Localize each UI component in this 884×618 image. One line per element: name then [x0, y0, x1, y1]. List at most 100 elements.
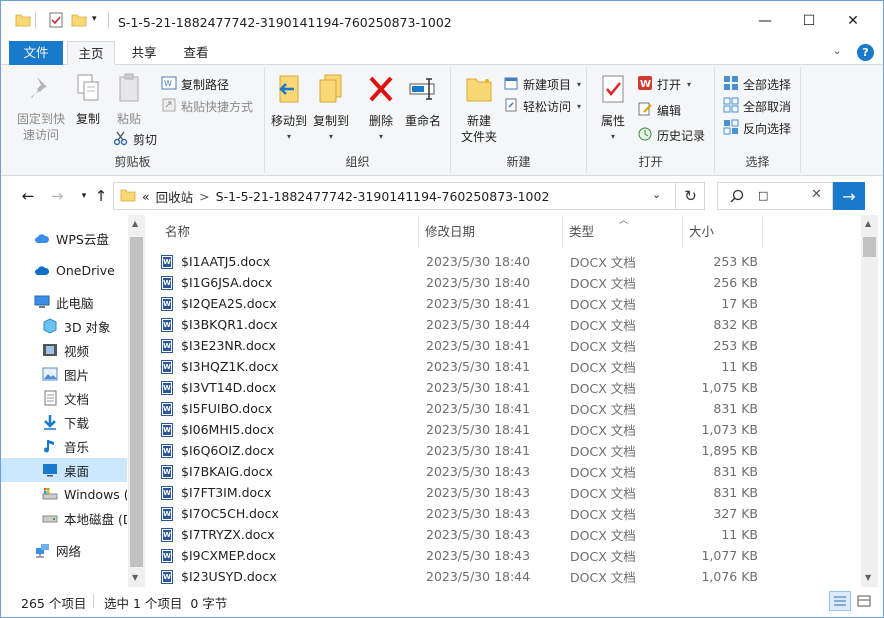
breadcrumb-separator[interactable]: > — [199, 189, 209, 204]
nav-item-3d-objects[interactable]: 3D 对象 — [1, 314, 127, 338]
properties-button[interactable]: 属性 ▾ — [595, 73, 631, 145]
up-arrow-icon[interactable]: ↑ — [90, 185, 112, 207]
file-row[interactable]: $I9CXMEP.docx 2023/5/30 18:43 DOCX 文档 1,077… — [161, 545, 781, 566]
clear-search-icon[interactable]: ✕ — [811, 187, 822, 202]
paste-button[interactable]: 粘贴 — [111, 73, 147, 127]
easy-access-button[interactable]: 轻松访问 ▾ — [503, 96, 581, 116]
file-type-cell: DOCX 文档 — [570, 255, 636, 270]
nav-item-documents[interactable]: 文档 — [1, 386, 127, 410]
address-bar[interactable]: « 回收站 > S-1-5-21-1882477742-3190141194-7… — [113, 182, 705, 210]
copy-to-button[interactable]: 复制到 ▾ — [311, 73, 351, 145]
edit-icon — [637, 101, 653, 120]
nav-item-wps-cloud[interactable]: WPS云盘 — [1, 226, 127, 250]
column-header-size[interactable]: 大小 — [683, 217, 763, 247]
file-row[interactable]: $I7BKAIG.docx 2023/5/30 18:43 DOCX 文档 831 K… — [161, 461, 781, 482]
address-overflow[interactable]: « — [142, 189, 150, 204]
file-row[interactable]: $I3HQZ1K.docx 2023/5/30 18:41 DOCX 文档 11 KB — [161, 356, 781, 377]
ribbon-collapse-icon[interactable]: ⌄ — [833, 46, 841, 57]
copy-button[interactable]: 复制 — [71, 73, 105, 127]
history-button[interactable]: 历史记录 — [637, 125, 705, 145]
copy-path-button[interactable]: W 复制路径 — [161, 74, 229, 94]
nav-item-downloads[interactable]: 下载 — [1, 410, 127, 434]
scroll-down-icon[interactable]: ▼ — [865, 573, 871, 582]
delete-button[interactable]: 删除 ▾ — [361, 73, 401, 145]
new-item-icon — [503, 75, 519, 94]
column-header-name[interactable]: 名称 — [159, 217, 419, 247]
properties-quick-icon[interactable] — [48, 12, 64, 31]
scroll-up-icon[interactable]: ▲ — [865, 219, 871, 228]
refresh-button[interactable]: ↻ — [675, 182, 705, 210]
file-row[interactable]: $I7OC5CH.docx 2023/5/30 18:43 DOCX 文档 327 K… — [161, 503, 781, 524]
column-header-date[interactable]: 修改日期 — [419, 217, 563, 247]
open-button[interactable]: W 打开 ▾ — [637, 74, 691, 94]
rename-button[interactable]: 重命名 — [403, 73, 443, 129]
nav-item-onedrive[interactable]: OneDrive — [1, 258, 127, 282]
scroll-down-icon[interactable]: ▼ — [132, 573, 138, 582]
file-row[interactable]: $I2QEA2S.docx 2023/5/30 18:41 DOCX 文档 17 KB — [161, 293, 781, 314]
maximize-button[interactable]: ☐ — [787, 1, 831, 41]
file-size-cell: 327 KB — [713, 506, 758, 521]
file-list-scrollbar[interactable]: ▲ ▼ — [861, 215, 878, 587]
nav-item-this-pc[interactable]: 此电脑 — [1, 290, 127, 314]
breadcrumb-recycle-bin[interactable]: 回收站 — [156, 187, 194, 206]
properties-icon — [595, 73, 631, 109]
file-row[interactable]: $I7TRYZX.docx 2023/5/30 18:43 DOCX 文档 11 KB — [161, 524, 781, 545]
file-name-cell: $I3VT14D.docx — [161, 380, 401, 395]
customize-quick-access-icon[interactable]: ▾ — [92, 14, 97, 24]
minimize-button[interactable]: — — [743, 1, 787, 41]
new-folder-button[interactable]: 新建 文件夹 — [455, 73, 503, 145]
file-size-cell: 1,895 KB — [701, 443, 758, 458]
edit-button[interactable]: 编辑 — [637, 100, 681, 120]
tab-home[interactable]: 主页 — [67, 41, 115, 65]
select-all-button[interactable]: 全部选择 — [723, 74, 791, 94]
nav-item-pictures[interactable]: 图片 — [1, 362, 127, 386]
file-list-scroll-thumb[interactable] — [863, 237, 876, 257]
nav-item-desktop[interactable]: 桌面 — [1, 458, 127, 482]
help-icon[interactable]: ? — [857, 44, 874, 61]
file-row[interactable]: $I5FUIBO.docx 2023/5/30 18:41 DOCX 文档 831 K… — [161, 398, 781, 419]
back-arrow-icon[interactable]: ← — [17, 185, 39, 207]
select-none-button[interactable]: 全部取消 — [723, 96, 791, 116]
column-header-type[interactable]: 类型 — [563, 217, 683, 247]
file-row[interactable]: $I3BKQR1.docx 2023/5/30 18:44 DOCX 文档 832 K… — [161, 314, 781, 335]
new-item-button[interactable]: 新建项目 ▾ — [503, 74, 581, 94]
forward-arrow-icon[interactable]: → — [46, 185, 68, 207]
details-view-icon[interactable] — [829, 591, 851, 611]
file-date-cell: 2023/5/30 18:40 — [426, 254, 531, 269]
file-name-cell: $I06MHI5.docx — [161, 422, 401, 437]
file-row[interactable]: $I06MHI5.docx 2023/5/30 18:41 DOCX 文档 1,073… — [161, 419, 781, 440]
tab-share[interactable]: 共享 — [121, 41, 167, 65]
pin-quick-access-button[interactable]: 固定到快 速访问 — [13, 73, 69, 143]
nav-item-drive-c[interactable]: Windows (C — [1, 482, 127, 506]
search-go-button[interactable]: → — [833, 182, 865, 210]
tab-file[interactable]: 文件 — [9, 41, 63, 65]
file-row[interactable]: $I6Q6OIZ.docx 2023/5/30 18:41 DOCX 文档 1,895… — [161, 440, 781, 461]
rename-icon — [403, 73, 443, 109]
nav-item-network[interactable]: 网络 — [1, 538, 127, 562]
breadcrumb-current[interactable]: S-1-5-21-1882477742-3190141194-760250873… — [216, 189, 550, 204]
file-row[interactable]: $I23USYD.docx 2023/5/30 18:44 DOCX 文档 1,076… — [161, 566, 781, 587]
nav-item-videos[interactable]: 视频 — [1, 338, 127, 362]
address-history-dropdown[interactable]: ⌄ — [652, 188, 661, 201]
move-to-button[interactable]: 移动到 ▾ — [269, 73, 309, 145]
large-icons-view-icon[interactable] — [853, 591, 875, 611]
file-row[interactable]: $I1AATJ5.docx 2023/5/30 18:40 DOCX 文档 253 K… — [161, 251, 781, 272]
nav-item-music[interactable]: 音乐 — [1, 434, 127, 458]
close-button[interactable]: ✕ — [831, 1, 875, 41]
file-row[interactable]: $I1G6JSA.docx 2023/5/30 18:40 DOCX 文档 256 K… — [161, 272, 781, 293]
invert-selection-button[interactable]: 反向选择 — [723, 118, 791, 138]
file-size-cell: 256 KB — [713, 275, 758, 290]
tab-view[interactable]: 查看 — [173, 41, 219, 65]
file-row[interactable]: $I7FT3IM.docx 2023/5/30 18:43 DOCX 文档 831 K… — [161, 482, 781, 503]
nav-pane-scrollbar[interactable]: ▲ ▼ — [128, 215, 145, 587]
nav-scroll-thumb[interactable] — [130, 237, 143, 567]
nav-item-drive-d[interactable]: 本地磁盘 (D — [1, 506, 127, 530]
new-folder-quick-icon[interactable] — [71, 12, 87, 31]
docx-file-icon — [161, 506, 173, 521]
paste-shortcut-button[interactable]: 粘贴快捷方式 — [161, 96, 253, 116]
search-input[interactable]: □ ✕ — [717, 182, 833, 210]
cut-button[interactable]: 剪切 — [113, 129, 157, 149]
file-row[interactable]: $I3VT14D.docx 2023/5/30 18:41 DOCX 文档 1,075… — [161, 377, 781, 398]
file-row[interactable]: $I3E23NR.docx 2023/5/30 18:41 DOCX 文档 253 K… — [161, 335, 781, 356]
scroll-up-icon[interactable]: ▲ — [132, 219, 138, 228]
